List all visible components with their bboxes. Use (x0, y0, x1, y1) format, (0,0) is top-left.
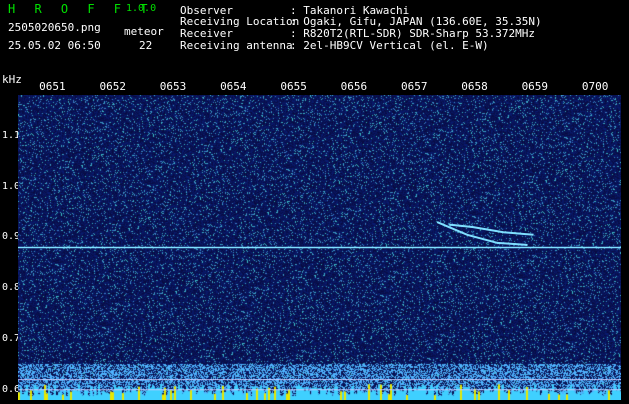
x-tick-label: 0657 (400, 80, 428, 93)
antenna-value: : 2el-HB9CV Vertical (el. E-W) (290, 39, 489, 52)
file-name: 2505020650.png (8, 21, 101, 34)
meteor-label: meteor (124, 25, 164, 38)
spectrogram-plot (18, 95, 621, 400)
capture-datetime: 25.05.02 06:50 (8, 39, 101, 52)
x-tick-label: 0651 (39, 80, 66, 93)
x-tick-label: 0652 (99, 80, 126, 93)
x-tick-label: 0654 (220, 80, 247, 93)
y-axis-unit: kHz (2, 73, 22, 86)
x-tick-label: 0659 (521, 80, 549, 93)
app-version: 1.0.0 (126, 3, 157, 14)
x-tick-label: 0653 (159, 80, 187, 93)
spectrogram-overlay (18, 221, 621, 391)
meteor-count: 22 (139, 39, 153, 52)
header-panel: H R O F F T 1.0.0 2505020650.png meteor … (0, 0, 629, 76)
x-tick-label: 0700 (581, 80, 609, 93)
x-tick-label: 0656 (340, 80, 368, 93)
x-tick-label: 0655 (280, 80, 307, 93)
antenna-label: Receiving antenna (180, 39, 293, 52)
x-tick-label: 0658 (461, 80, 488, 93)
